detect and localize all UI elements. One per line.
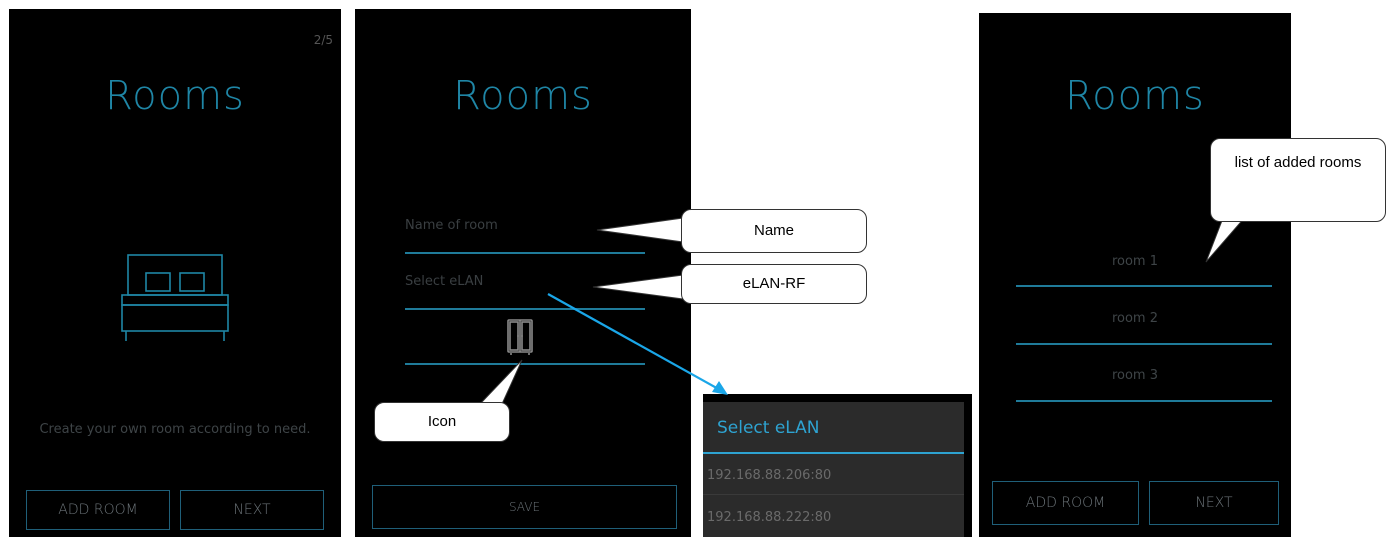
- arrow-to-popup: [547, 293, 728, 395]
